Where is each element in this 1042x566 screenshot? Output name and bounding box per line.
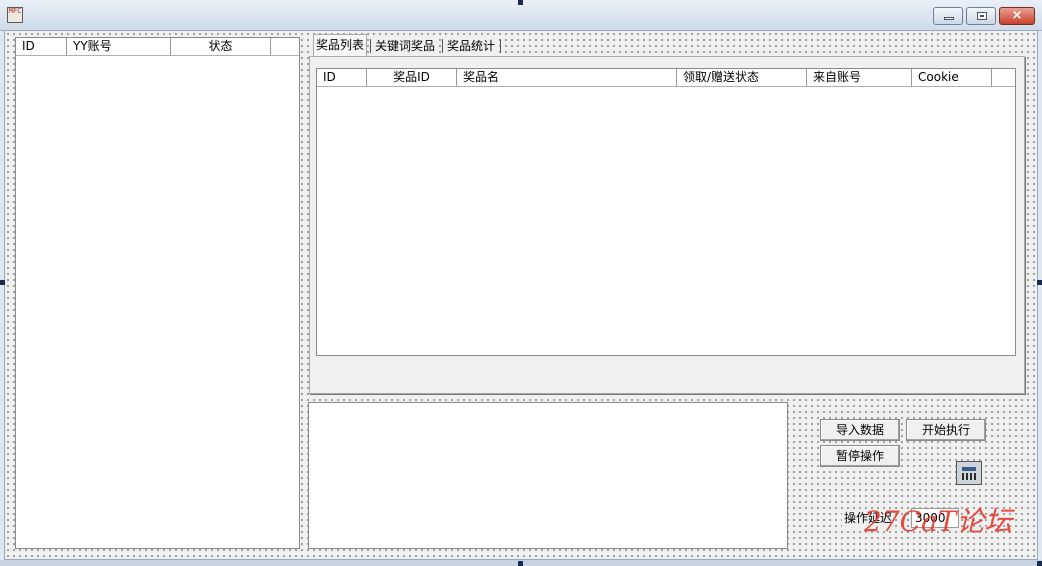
close-icon: × (1011, 8, 1023, 23)
tab-separator (370, 39, 371, 53)
resize-handle-left[interactable] (0, 280, 5, 285)
column-header-id[interactable]: ID (317, 69, 367, 86)
calculator-icon[interactable] (956, 461, 982, 485)
column-header-prize-id[interactable]: 奖品ID (367, 69, 457, 86)
mfc-app-icon[interactable]: MFC (7, 7, 23, 23)
forum-watermark: 27CaT论坛 (864, 505, 1013, 538)
tab-keyword-prizes[interactable]: 关键词奖品 (373, 36, 438, 56)
tab-prize-stats[interactable]: 奖品统计 (445, 36, 498, 56)
column-header-claim-status[interactable]: 领取/赠送状态 (677, 69, 807, 86)
calculator-keys (962, 473, 976, 480)
column-header-id[interactable]: ID (16, 38, 67, 55)
tab-separator (442, 39, 443, 53)
restore-icon (977, 12, 987, 20)
log-output-box[interactable] (308, 402, 788, 549)
import-data-button[interactable]: 导入数据 (820, 419, 900, 441)
calculator-screen (962, 467, 976, 471)
column-header-filler (992, 69, 1017, 86)
column-header-from-account[interactable]: 来自账号 (807, 69, 912, 86)
column-header-yy-account[interactable]: YY账号 (67, 38, 171, 55)
maximize-button[interactable] (966, 7, 996, 25)
close-button[interactable]: × (999, 7, 1035, 25)
tab-prize-list[interactable]: 奖品列表 (313, 34, 368, 56)
pause-operation-button[interactable]: 暂停操作 (820, 445, 900, 467)
minimize-icon (944, 17, 954, 20)
account-list-header: ID YY账号 状态 (16, 38, 299, 56)
app-icon-text: MFC (8, 7, 22, 15)
prize-list-header: ID 奖品ID 奖品名 领取/赠送状态 来自账号 Cookie (317, 69, 1015, 87)
column-header-prize-name[interactable]: 奖品名 (457, 69, 677, 86)
resize-handle-right[interactable] (1037, 280, 1042, 285)
account-list-view[interactable]: ID YY账号 状态 (15, 37, 300, 549)
start-execute-button[interactable]: 开始执行 (906, 419, 986, 441)
minimize-button[interactable] (933, 7, 963, 25)
resize-handle-top[interactable] (518, 0, 523, 5)
resize-handle-bottom-right[interactable] (1037, 561, 1042, 566)
column-header-filler (271, 38, 301, 55)
tab-separator (500, 39, 501, 53)
prize-list-view[interactable]: ID 奖品ID 奖品名 领取/赠送状态 来自账号 Cookie (316, 68, 1016, 356)
column-header-status[interactable]: 状态 (171, 38, 271, 55)
resize-handle-bottom[interactable] (518, 561, 523, 566)
column-header-cookie[interactable]: Cookie (912, 69, 992, 86)
